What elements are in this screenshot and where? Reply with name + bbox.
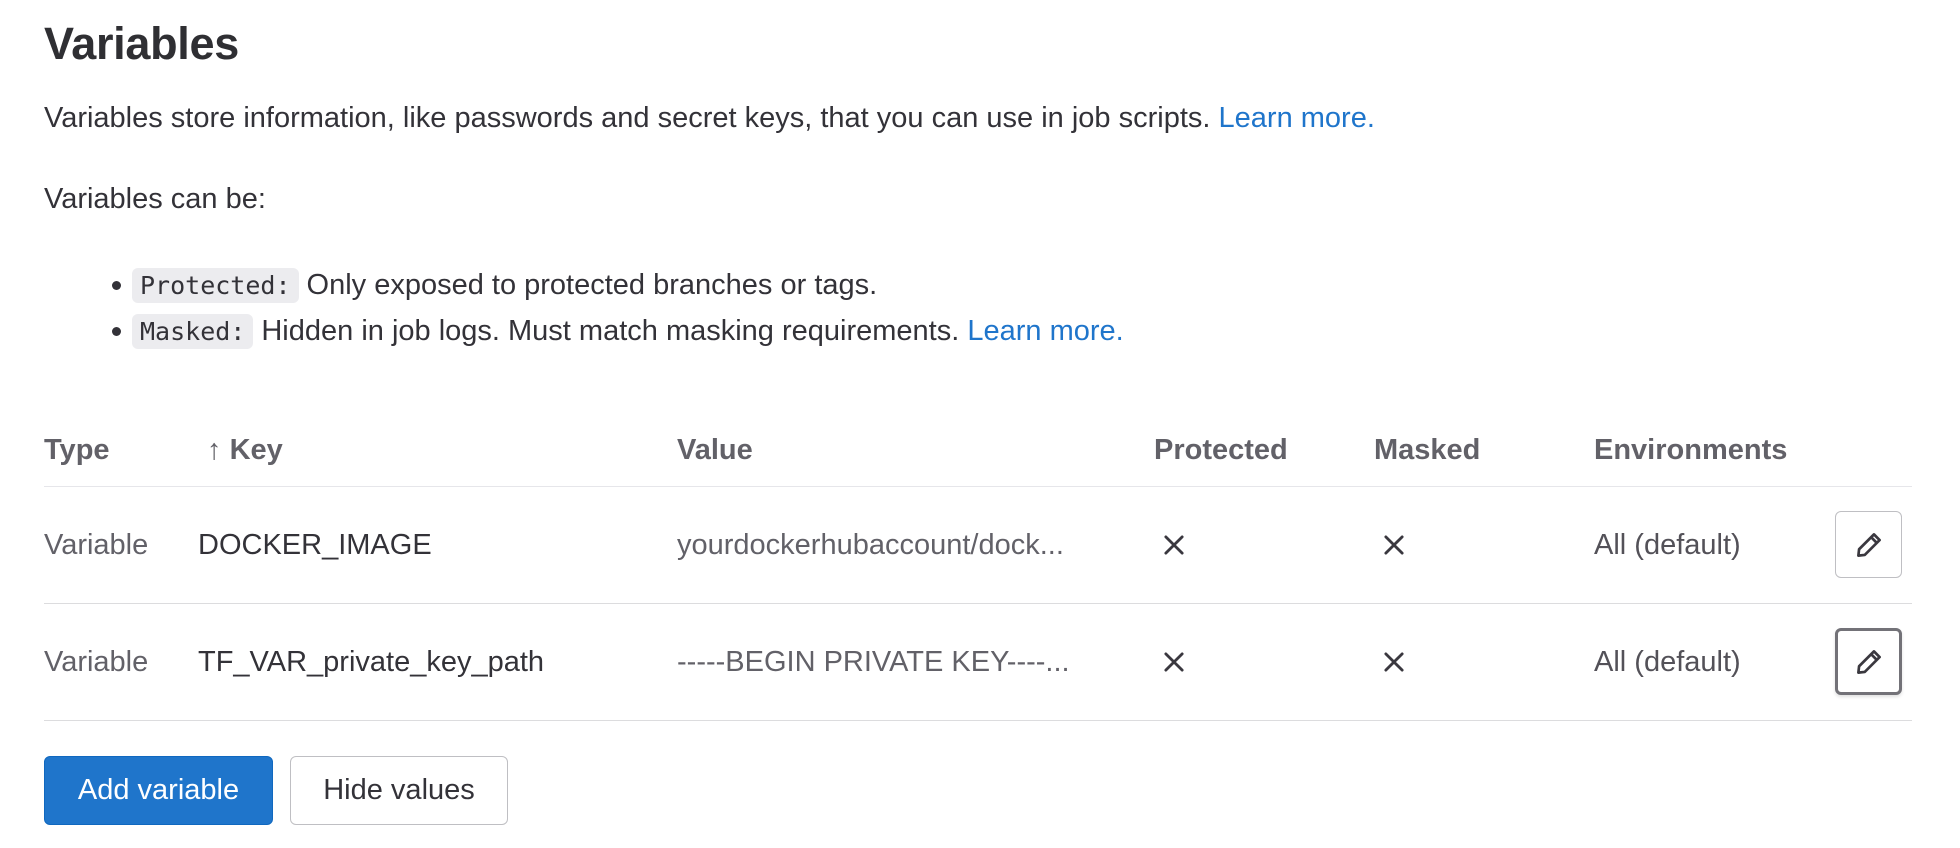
variable-value: yourdockerhubaccount/dock...: [677, 528, 1064, 561]
ci-variables-section: Variables Variables store information, l…: [0, 0, 1960, 848]
hide-values-button[interactable]: Hide values: [290, 756, 508, 825]
variable-type: Variable: [44, 645, 149, 678]
masked-status: [1380, 604, 1408, 720]
column-header-value: Value: [677, 434, 753, 466]
column-header-key-label: Key: [229, 434, 283, 466]
column-header-type: Type: [44, 434, 110, 466]
variables-description: Variables store information, like passwo…: [44, 102, 1375, 135]
variable-key: DOCKER_IMAGE: [198, 528, 432, 561]
edit-variable-button[interactable]: [1835, 511, 1902, 578]
page-title: Variables: [44, 18, 239, 69]
learn-more-link[interactable]: Learn more.: [1219, 102, 1375, 134]
variable-options-list: Protected: Only exposed to protected bra…: [44, 262, 1124, 354]
description-text: Variables store information, like passwo…: [44, 102, 1211, 134]
variable-type: Variable: [44, 528, 149, 561]
masked-status: [1380, 487, 1408, 603]
edit-variable-button[interactable]: [1835, 628, 1902, 695]
bullet-dot: [112, 281, 121, 290]
close-icon: [1164, 535, 1184, 555]
close-icon: [1384, 535, 1404, 555]
column-header-masked: Masked: [1374, 434, 1481, 466]
close-icon: [1164, 652, 1184, 672]
masked-description: Hidden in job logs. Must match masking r…: [261, 314, 960, 347]
masked-code: Masked:: [132, 313, 254, 349]
pencil-icon: [1856, 649, 1881, 674]
close-icon: [1384, 652, 1404, 672]
table-header: Type ↑ Key Value Protected Masked Enviro…: [44, 414, 1912, 487]
sort-arrow-up-icon: ↑: [207, 434, 222, 466]
pencil-icon: [1856, 532, 1881, 557]
variable-key: TF_VAR_private_key_path: [198, 645, 545, 678]
variable-environments: All (default): [1594, 528, 1741, 561]
variables-can-be-text: Variables can be:: [44, 183, 266, 215]
column-header-key[interactable]: ↑ Key: [207, 434, 283, 467]
list-item-masked: Masked: Hidden in job logs. Must match m…: [44, 308, 1124, 354]
column-header-protected: Protected: [1154, 434, 1288, 466]
masking-learn-more-link[interactable]: Learn more.: [967, 315, 1123, 348]
variable-value: -----BEGIN PRIVATE KEY----...: [677, 645, 1070, 678]
protected-code: Protected:: [132, 267, 299, 303]
add-variable-button[interactable]: Add variable: [44, 756, 273, 825]
variables-table: Type ↑ Key Value Protected Masked Enviro…: [44, 414, 1912, 721]
protected-status: [1160, 487, 1188, 603]
bullet-dot: [112, 327, 121, 336]
table-row: Variable DOCKER_IMAGE yourdockerhubaccou…: [44, 487, 1912, 604]
table-row: Variable TF_VAR_private_key_path -----BE…: [44, 604, 1912, 721]
protected-status: [1160, 604, 1188, 720]
column-header-environments: Environments: [1594, 434, 1788, 466]
variable-environments: All (default): [1594, 645, 1741, 678]
list-item-protected: Protected: Only exposed to protected bra…: [44, 262, 1124, 308]
protected-description: Only exposed to protected branches or ta…: [306, 268, 878, 301]
